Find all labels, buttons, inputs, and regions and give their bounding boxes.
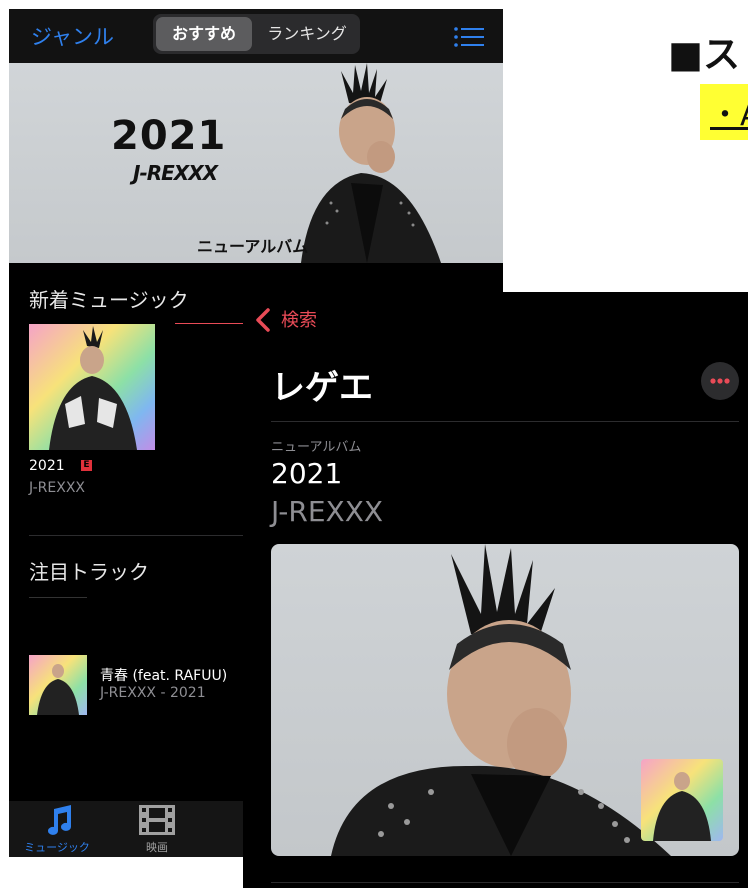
list-icon[interactable]	[454, 26, 484, 48]
top-nav-bar: ジャンル おすすめ ランキング	[9, 9, 503, 63]
tab-music[interactable]: ミュージック	[17, 801, 97, 857]
page-title: レゲエ	[271, 368, 373, 408]
banner-subtitle: ニューアルバム	[197, 237, 309, 256]
banner-year: 2021	[111, 113, 227, 159]
release-kicker: ニューアルバム	[271, 440, 362, 455]
track-thumbnail-placeholder[interactable]	[29, 597, 87, 656]
chevron-left-icon	[256, 308, 270, 332]
new-music-heading[interactable]: 新着ミュージック	[29, 284, 189, 313]
album-banner[interactable]: 2021 J-REXXX ニューアルバム	[9, 63, 503, 263]
annotation-connector	[175, 323, 243, 324]
segment-recommended[interactable]: おすすめ	[156, 17, 252, 51]
genre-detail-screen: 検索 レゲエ ニューアルバム 2021 J-REXXX	[243, 292, 748, 888]
segment-ranking[interactable]: ランキング	[257, 17, 357, 51]
album-cover-thumbnail	[641, 759, 723, 841]
tab-movies[interactable]: 映画	[117, 801, 197, 857]
album-title[interactable]: 2021	[29, 458, 65, 474]
film-icon	[139, 805, 175, 835]
explicit-badge: E	[81, 460, 92, 471]
album-cover-2021[interactable]	[29, 324, 155, 450]
genre-link[interactable]: ジャンル	[31, 21, 114, 51]
album-hero-image[interactable]	[271, 544, 739, 856]
music-note-icon	[48, 805, 71, 835]
album-title[interactable]: 2021	[271, 457, 342, 490]
track-thumbnail[interactable]	[29, 655, 87, 715]
banner-artist-logo: J-REXXX	[133, 161, 218, 185]
doc-link-highlight[interactable]: ・A	[700, 84, 748, 140]
doc-link-text[interactable]: ・A	[700, 84, 748, 134]
track-artist-album[interactable]: J-REXXX - 2021	[100, 685, 206, 701]
more-button[interactable]	[701, 362, 739, 400]
back-label[interactable]: 検索	[281, 306, 317, 332]
doc-heading: ■ス	[668, 33, 740, 76]
tab-movies-label: 映画	[146, 841, 168, 854]
ellipsis-icon	[710, 378, 730, 384]
section-divider	[271, 421, 739, 422]
segmented-control: おすすめ ランキング	[153, 14, 360, 54]
album-artist[interactable]: J-REXXX	[29, 480, 85, 496]
section-divider	[271, 882, 739, 883]
featured-tracks-heading[interactable]: 注目トラック	[29, 556, 149, 585]
album-artist[interactable]: J-REXXX	[271, 495, 383, 528]
track-title[interactable]: 青春 (feat. RAFUU)	[100, 665, 227, 685]
tab-music-label: ミュージック	[24, 841, 90, 854]
